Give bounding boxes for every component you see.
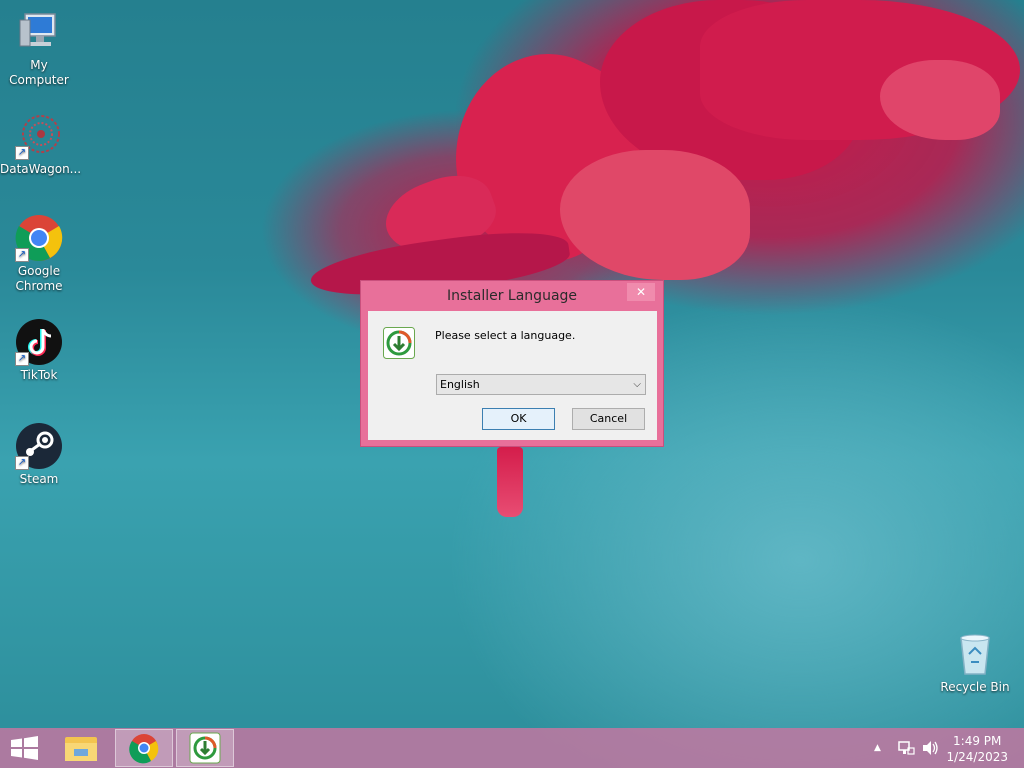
desktop-icon-tiktok[interactable]: ↗ TikTok xyxy=(0,318,78,383)
tiktok-icon: ↗ xyxy=(15,318,63,366)
shortcut-arrow-icon: ↗ xyxy=(15,248,29,262)
close-button[interactable]: ✕ xyxy=(627,283,655,301)
desktop-icon-label: DataWagon... xyxy=(0,162,82,176)
dialog-message: Please select a language. xyxy=(435,329,576,342)
ok-button[interactable]: OK xyxy=(482,408,555,430)
desktop-icon-label: Google Chrome xyxy=(15,264,63,293)
chrome-icon: ↗ xyxy=(15,214,63,262)
recycle-bin-icon xyxy=(951,630,999,678)
shortcut-arrow-icon: ↗ xyxy=(15,456,29,470)
network-icon xyxy=(898,741,915,755)
desktop-icon-steam[interactable]: ↗ Steam xyxy=(0,422,78,487)
installer-icon xyxy=(189,732,221,764)
dialog-title: Installer Language xyxy=(446,288,578,304)
network-tray-button[interactable] xyxy=(896,728,916,768)
desktop-icon-recycle-bin[interactable]: Recycle Bin xyxy=(936,630,1014,695)
steam-icon: ↗ xyxy=(15,422,63,470)
speaker-icon xyxy=(923,741,938,755)
clock-time: 1:49 PM xyxy=(953,734,1002,748)
taskbar-installer[interactable] xyxy=(176,729,234,767)
clock-date: 1/24/2023 xyxy=(946,750,1008,764)
datawagon-icon: ↗ xyxy=(15,112,63,160)
language-select-value: English xyxy=(440,378,480,391)
desktop-icon-google-chrome[interactable]: ↗ Google Chrome xyxy=(0,214,78,294)
chevron-down-icon: ⌵ xyxy=(633,379,641,390)
start-button[interactable] xyxy=(0,729,58,767)
shortcut-arrow-icon: ↗ xyxy=(15,352,29,366)
shortcut-arrow-icon: ↗ xyxy=(15,146,29,160)
desktop-icon-label: Recycle Bin xyxy=(940,680,1010,694)
chrome-icon xyxy=(129,734,159,764)
dialog-body: Please select a language. English ⌵ OK C… xyxy=(368,311,657,440)
show-hidden-icons-button[interactable]: ▲ xyxy=(874,728,881,768)
desktop-icon-label: TikTok xyxy=(20,368,58,382)
cancel-button[interactable]: Cancel xyxy=(572,408,645,430)
taskbar-clock[interactable]: 1:49 PM 1/24/2023 xyxy=(946,733,1008,765)
windows-logo-icon xyxy=(11,736,38,760)
chevron-up-icon: ▲ xyxy=(874,743,881,753)
taskbar-file-explorer[interactable] xyxy=(52,729,110,767)
desktop-icon-my-computer[interactable]: My Computer xyxy=(0,8,78,88)
desktop-icon-label: My Computer xyxy=(9,58,69,87)
installer-language-dialog: Installer Language ✕ Please select a lan… xyxy=(360,280,664,447)
language-select[interactable]: English ⌵ xyxy=(436,374,646,395)
folder-icon xyxy=(65,737,97,761)
taskbar: ▲ 1:49 PM 1/24/2023 xyxy=(0,728,1024,768)
installer-icon xyxy=(383,327,415,359)
taskbar-chrome[interactable] xyxy=(115,729,173,767)
volume-tray-button[interactable] xyxy=(920,728,940,768)
desktop-icon-datawagon[interactable]: ↗ DataWagon... xyxy=(0,112,82,177)
desktop-icon-label: Steam xyxy=(19,472,59,486)
computer-icon xyxy=(15,8,63,56)
